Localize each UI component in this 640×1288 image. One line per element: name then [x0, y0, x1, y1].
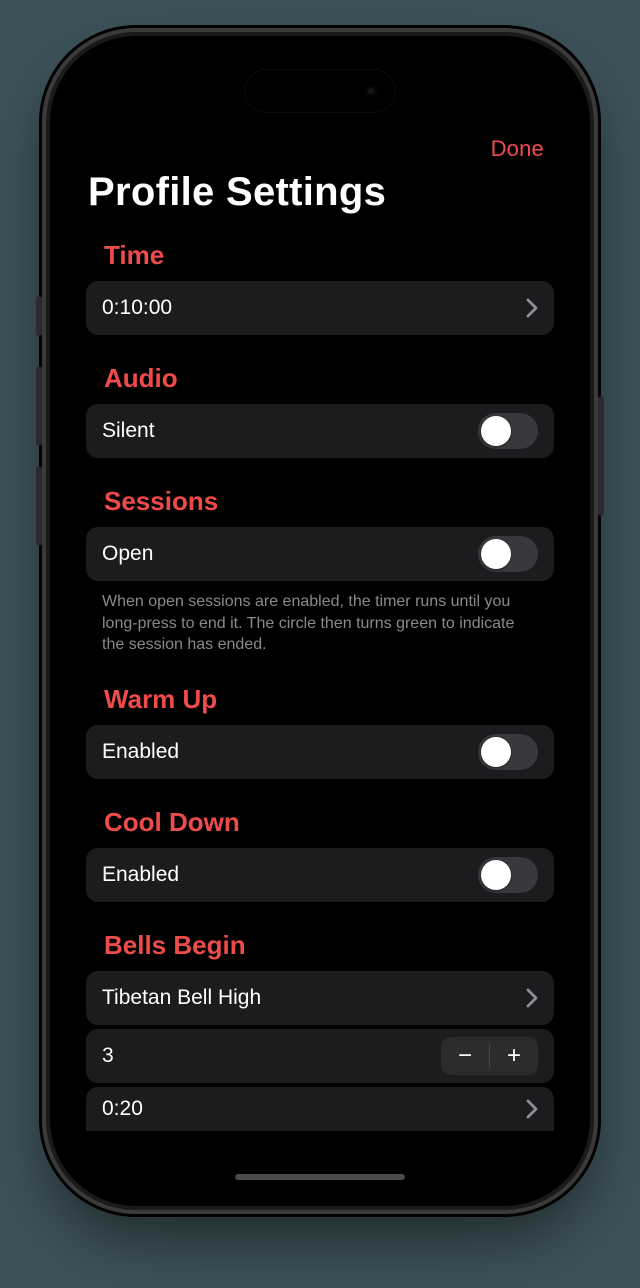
screen: Done Profile Settings Time 0:10:00 A: [64, 50, 576, 1192]
volume-down-button: [36, 466, 42, 546]
content: Done Profile Settings Time 0:10:00 A: [64, 50, 576, 1192]
section-cooldown: Cool Down Enabled: [86, 807, 554, 902]
volume-up-button: [36, 366, 42, 446]
audio-silent-label: Silent: [102, 419, 155, 443]
cooldown-enabled-toggle[interactable]: [478, 857, 538, 893]
bells-count-stepper: − +: [441, 1037, 538, 1075]
chevron-right-icon: [526, 298, 538, 318]
chevron-right-icon: [526, 1099, 538, 1119]
section-warmup: Warm Up Enabled: [86, 684, 554, 779]
home-indicator[interactable]: [235, 1174, 405, 1180]
sessions-footer-note: When open sessions are enabled, the time…: [86, 581, 554, 656]
device-frame: Done Profile Settings Time 0:10:00 A: [50, 36, 590, 1206]
page-title: Profile Settings: [86, 170, 554, 215]
section-time: Time 0:10:00: [86, 240, 554, 335]
row-cooldown-enabled: Enabled: [86, 848, 554, 902]
warmup-enabled-label: Enabled: [102, 740, 179, 764]
silence-switch: [36, 296, 42, 336]
cooldown-enabled-label: Enabled: [102, 863, 179, 887]
sessions-open-label: Open: [102, 542, 153, 566]
row-sessions-open: Open: [86, 527, 554, 581]
row-time[interactable]: 0:10:00: [86, 281, 554, 335]
warmup-enabled-toggle[interactable]: [478, 734, 538, 770]
time-value: 0:10:00: [102, 296, 172, 320]
row-warmup-enabled: Enabled: [86, 725, 554, 779]
row-bells-interval[interactable]: 0:20: [86, 1087, 554, 1131]
row-bells-sound[interactable]: Tibetan Bell High: [86, 971, 554, 1025]
section-title-time: Time: [86, 240, 554, 271]
stepper-plus-button[interactable]: +: [490, 1037, 538, 1075]
section-title-bells-begin: Bells Begin: [86, 930, 554, 961]
bells-sound-value: Tibetan Bell High: [102, 986, 261, 1010]
stepper-minus-button[interactable]: −: [441, 1037, 489, 1075]
done-button[interactable]: Done: [491, 136, 544, 162]
power-button: [598, 396, 604, 516]
audio-silent-toggle[interactable]: [478, 413, 538, 449]
section-title-warmup: Warm Up: [86, 684, 554, 715]
bells-interval-value: 0:20: [102, 1097, 143, 1121]
section-sessions: Sessions Open When open sessions are ena…: [86, 486, 554, 656]
section-title-audio: Audio: [86, 363, 554, 394]
section-title-sessions: Sessions: [86, 486, 554, 517]
bells-count-value: 3: [102, 1044, 114, 1068]
settings-list[interactable]: Time 0:10:00 Audio Silent: [86, 240, 554, 1192]
chevron-right-icon: [526, 988, 538, 1008]
section-bells-begin: Bells Begin Tibetan Bell High 3 − +: [86, 930, 554, 1131]
row-bells-count: 3 − +: [86, 1029, 554, 1083]
section-title-cooldown: Cool Down: [86, 807, 554, 838]
section-audio: Audio Silent: [86, 363, 554, 458]
sessions-open-toggle[interactable]: [478, 536, 538, 572]
row-audio-silent: Silent: [86, 404, 554, 458]
dynamic-island: [245, 70, 395, 112]
